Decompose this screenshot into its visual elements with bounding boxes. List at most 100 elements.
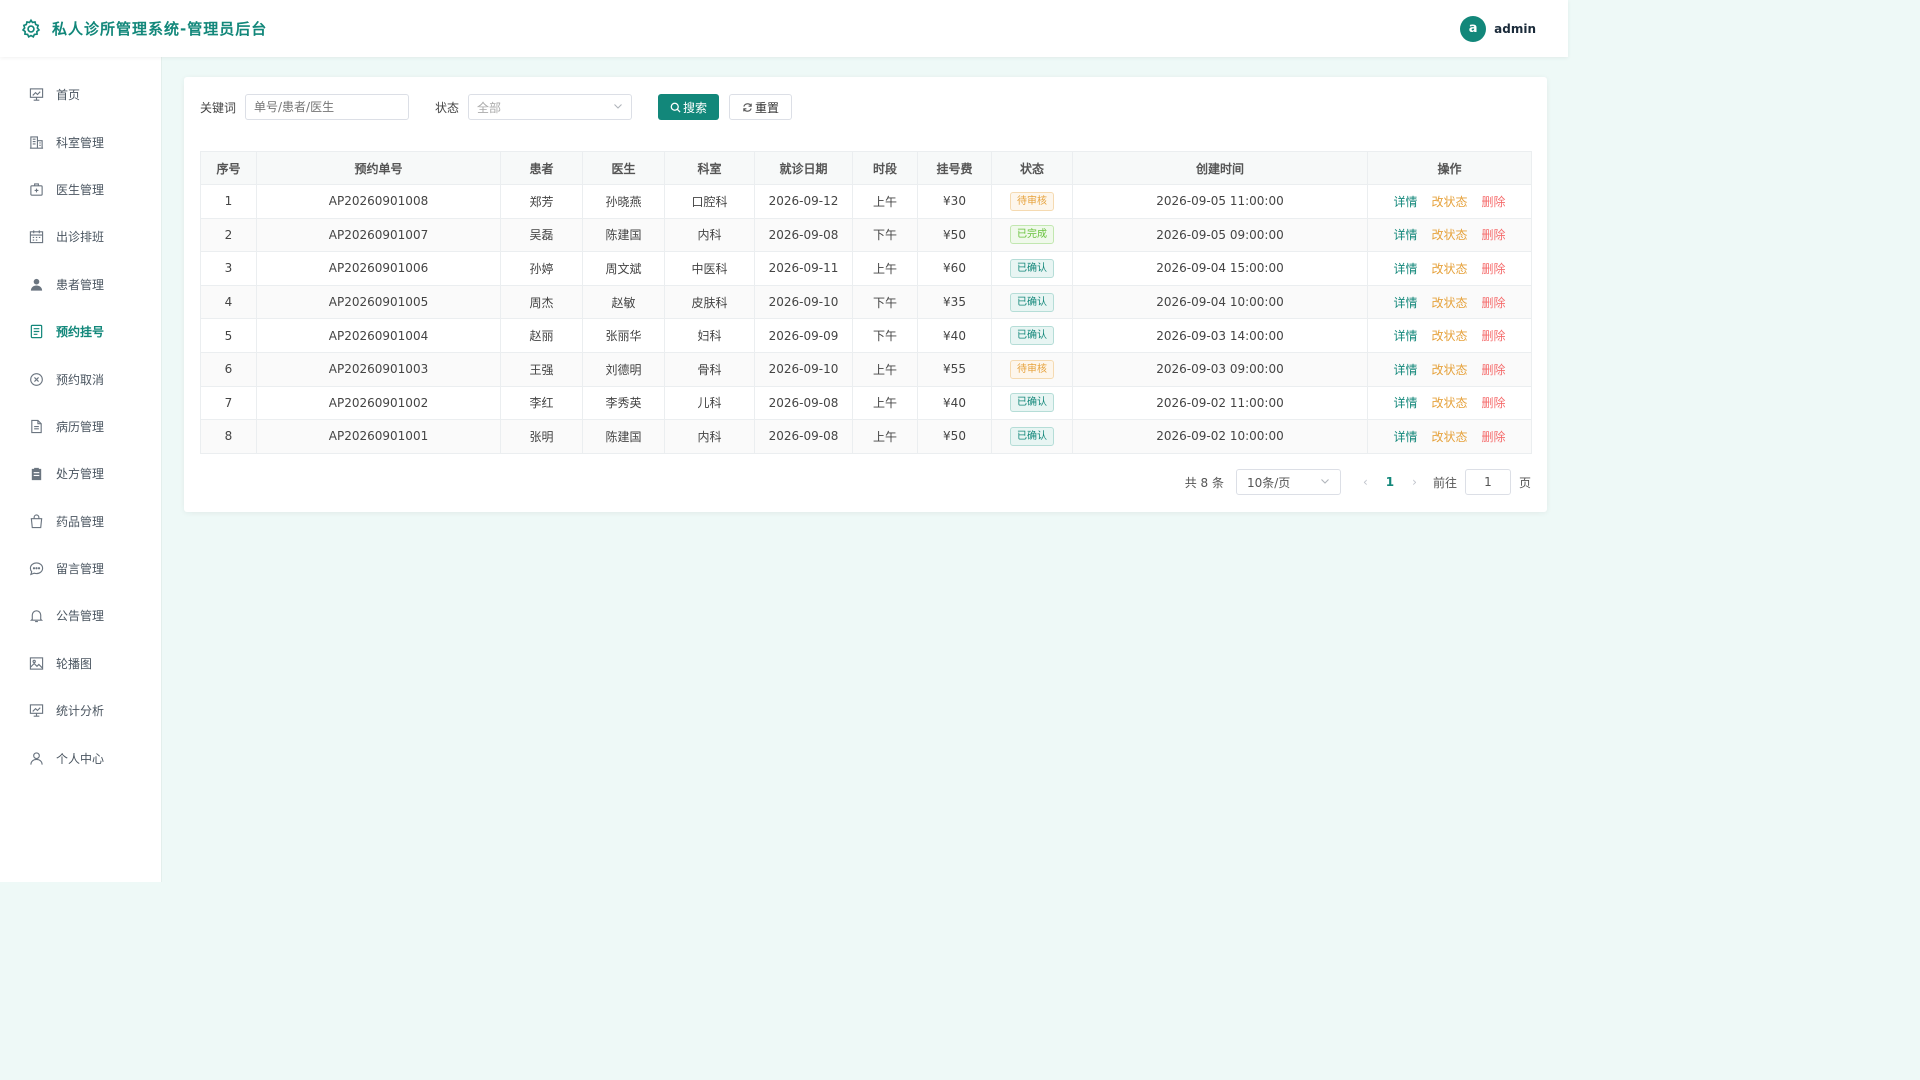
delete-link[interactable]: 删除 bbox=[1482, 329, 1506, 343]
change-status-link[interactable]: 改状态 bbox=[1431, 195, 1467, 209]
page-size-select[interactable]: 10条/页 bbox=[1235, 469, 1341, 495]
change-status-link[interactable]: 改状态 bbox=[1431, 396, 1467, 410]
change-status-link[interactable]: 改状态 bbox=[1431, 430, 1467, 444]
detail-link[interactable]: 详情 bbox=[1393, 430, 1417, 444]
appointments-table: 序号 预约单号 患者 医生 科室 就诊日期 时段 挂号费 状态 创建时间 操作 … bbox=[200, 151, 1532, 454]
cell-doctor: 孙晓燕 bbox=[582, 184, 665, 219]
change-status-link[interactable]: 改状态 bbox=[1431, 228, 1467, 242]
delete-link[interactable]: 删除 bbox=[1482, 296, 1506, 310]
goto-page-input[interactable]: 1 bbox=[1464, 469, 1511, 495]
cell-actions: 详情 改状态 删除 bbox=[1367, 318, 1532, 353]
cell-date: 2026-09-08 bbox=[754, 419, 853, 454]
cell-order: AP20260901003 bbox=[256, 351, 501, 387]
delete-link[interactable]: 删除 bbox=[1482, 430, 1506, 444]
prev-page-button[interactable]: ‹ bbox=[1363, 475, 1368, 489]
sidebar-item-profile[interactable]: 个人中心 bbox=[0, 734, 161, 781]
calendar-icon bbox=[28, 229, 44, 245]
delete-link[interactable]: 删除 bbox=[1482, 363, 1506, 377]
delete-link[interactable]: 删除 bbox=[1482, 262, 1506, 276]
keyword-label: 关键词 bbox=[200, 100, 237, 115]
sidebar-item-prescriptions[interactable]: 处方管理 bbox=[0, 450, 161, 497]
cell-actions: 详情 改状态 删除 bbox=[1367, 419, 1532, 454]
circle-close-icon bbox=[28, 371, 44, 387]
user-icon bbox=[28, 276, 44, 292]
refresh-icon bbox=[742, 102, 753, 113]
sidebar-item-patients[interactable]: 患者管理 bbox=[0, 261, 161, 308]
change-status-link[interactable]: 改状态 bbox=[1431, 262, 1467, 276]
sidebar-item-carousel[interactable]: 轮播图 bbox=[0, 640, 161, 687]
col-header-doctor: 医生 bbox=[582, 151, 665, 185]
cell-fee: ¥40 bbox=[917, 385, 992, 421]
status-badge: 已确认 bbox=[1010, 258, 1054, 278]
cell-fee: ¥60 bbox=[917, 251, 992, 286]
sidebar-item-notices[interactable]: 公告管理 bbox=[0, 592, 161, 639]
keyword-input[interactable] bbox=[245, 94, 410, 120]
change-status-link[interactable]: 改状态 bbox=[1431, 296, 1467, 310]
reset-button[interactable]: 重置 bbox=[729, 94, 793, 120]
cell-dept: 中医科 bbox=[664, 251, 755, 286]
sidebar-item-doctors[interactable]: 医生管理 bbox=[0, 166, 161, 213]
sidebar-item-label: 个人中心 bbox=[56, 751, 105, 766]
cell-period: 上午 bbox=[852, 385, 918, 421]
appointments-panel: 关键词 状态 全部 搜索 重置 序号 预约单号 患者 医生 科室 就诊日期 bbox=[184, 77, 1547, 512]
cell-created: 2026-09-04 10:00:00 bbox=[1072, 284, 1368, 320]
cell-period: 上午 bbox=[852, 351, 918, 387]
username[interactable]: admin bbox=[1494, 22, 1536, 36]
cell-period: 下午 bbox=[852, 318, 918, 353]
detail-link[interactable]: 详情 bbox=[1393, 195, 1417, 209]
user-menu[interactable]: a admin bbox=[1460, 15, 1536, 42]
delete-link[interactable]: 删除 bbox=[1482, 396, 1506, 410]
cell-order: AP20260901008 bbox=[256, 184, 501, 219]
col-header-actions: 操作 bbox=[1367, 151, 1532, 185]
table-row: 4 AP20260901005 周杰 赵敏 皮肤科 2026-09-10 下午 ¥35 已确认 2… bbox=[200, 284, 1532, 320]
cell-period: 上午 bbox=[852, 419, 918, 454]
sidebar-item-label: 预约取消 bbox=[56, 372, 105, 387]
cell-order: AP20260901007 bbox=[256, 217, 501, 253]
sidebar-item-records[interactable]: 病历管理 bbox=[0, 403, 161, 450]
change-status-link[interactable]: 改状态 bbox=[1431, 329, 1467, 343]
status-select-value: 全部 bbox=[477, 100, 502, 115]
cell-order: AP20260901002 bbox=[256, 385, 501, 421]
cell-created: 2026-09-03 14:00:00 bbox=[1072, 318, 1368, 353]
sidebar-item-home[interactable]: 首页 bbox=[0, 71, 161, 118]
delete-link[interactable]: 删除 bbox=[1482, 195, 1506, 209]
sidebar-item-departments[interactable]: 科室管理 bbox=[0, 118, 161, 165]
cell-status: 已确认 bbox=[991, 318, 1073, 353]
col-header-created: 创建时间 bbox=[1072, 151, 1368, 185]
detail-link[interactable]: 详情 bbox=[1393, 363, 1417, 377]
detail-link[interactable]: 详情 bbox=[1393, 262, 1417, 276]
sidebar-item-label: 首页 bbox=[56, 88, 81, 103]
cell-doctor: 陈建国 bbox=[582, 217, 665, 253]
status-badge: 已确认 bbox=[1010, 393, 1054, 413]
detail-link[interactable]: 详情 bbox=[1393, 329, 1417, 343]
cell-order: AP20260901005 bbox=[256, 284, 501, 320]
bell-icon bbox=[28, 608, 44, 624]
next-page-button[interactable]: › bbox=[1412, 475, 1417, 489]
avatar[interactable]: a bbox=[1460, 15, 1487, 42]
app-title: 私人诊所管理系统-管理员后台 bbox=[52, 20, 268, 38]
detail-link[interactable]: 详情 bbox=[1393, 396, 1417, 410]
detail-link[interactable]: 详情 bbox=[1393, 296, 1417, 310]
sidebar-item-medicines[interactable]: 药品管理 bbox=[0, 498, 161, 545]
cell-date: 2026-09-08 bbox=[754, 217, 853, 253]
status-select[interactable]: 全部 bbox=[468, 94, 633, 120]
change-status-link[interactable]: 改状态 bbox=[1431, 363, 1467, 377]
cell-period: 下午 bbox=[852, 217, 918, 253]
detail-link[interactable]: 详情 bbox=[1393, 228, 1417, 242]
delete-link[interactable]: 删除 bbox=[1482, 228, 1506, 242]
cell-doctor: 李秀英 bbox=[582, 385, 665, 421]
cell-created: 2026-09-05 09:00:00 bbox=[1072, 217, 1368, 253]
sidebar-item-statistics[interactable]: 统计分析 bbox=[0, 687, 161, 734]
medkit-icon bbox=[28, 181, 44, 197]
sidebar-item-cancellations[interactable]: 预约取消 bbox=[0, 355, 161, 402]
search-button[interactable]: 搜索 bbox=[658, 94, 720, 120]
sidebar-item-appointments[interactable]: 预约挂号 bbox=[0, 308, 161, 355]
sidebar-item-label: 病历管理 bbox=[56, 419, 105, 434]
pagination: 共 8 条 10条/页 ‹ 1 › 前往 1 页 bbox=[1185, 469, 1531, 495]
sidebar-item-schedule[interactable]: 出诊排班 bbox=[0, 213, 161, 260]
cell-status: 已确认 bbox=[991, 251, 1073, 286]
sidebar-item-messages[interactable]: 留言管理 bbox=[0, 545, 161, 592]
cell-order: AP20260901001 bbox=[256, 419, 501, 454]
cell-no: 6 bbox=[200, 351, 257, 387]
page-number-current[interactable]: 1 bbox=[1386, 475, 1394, 489]
